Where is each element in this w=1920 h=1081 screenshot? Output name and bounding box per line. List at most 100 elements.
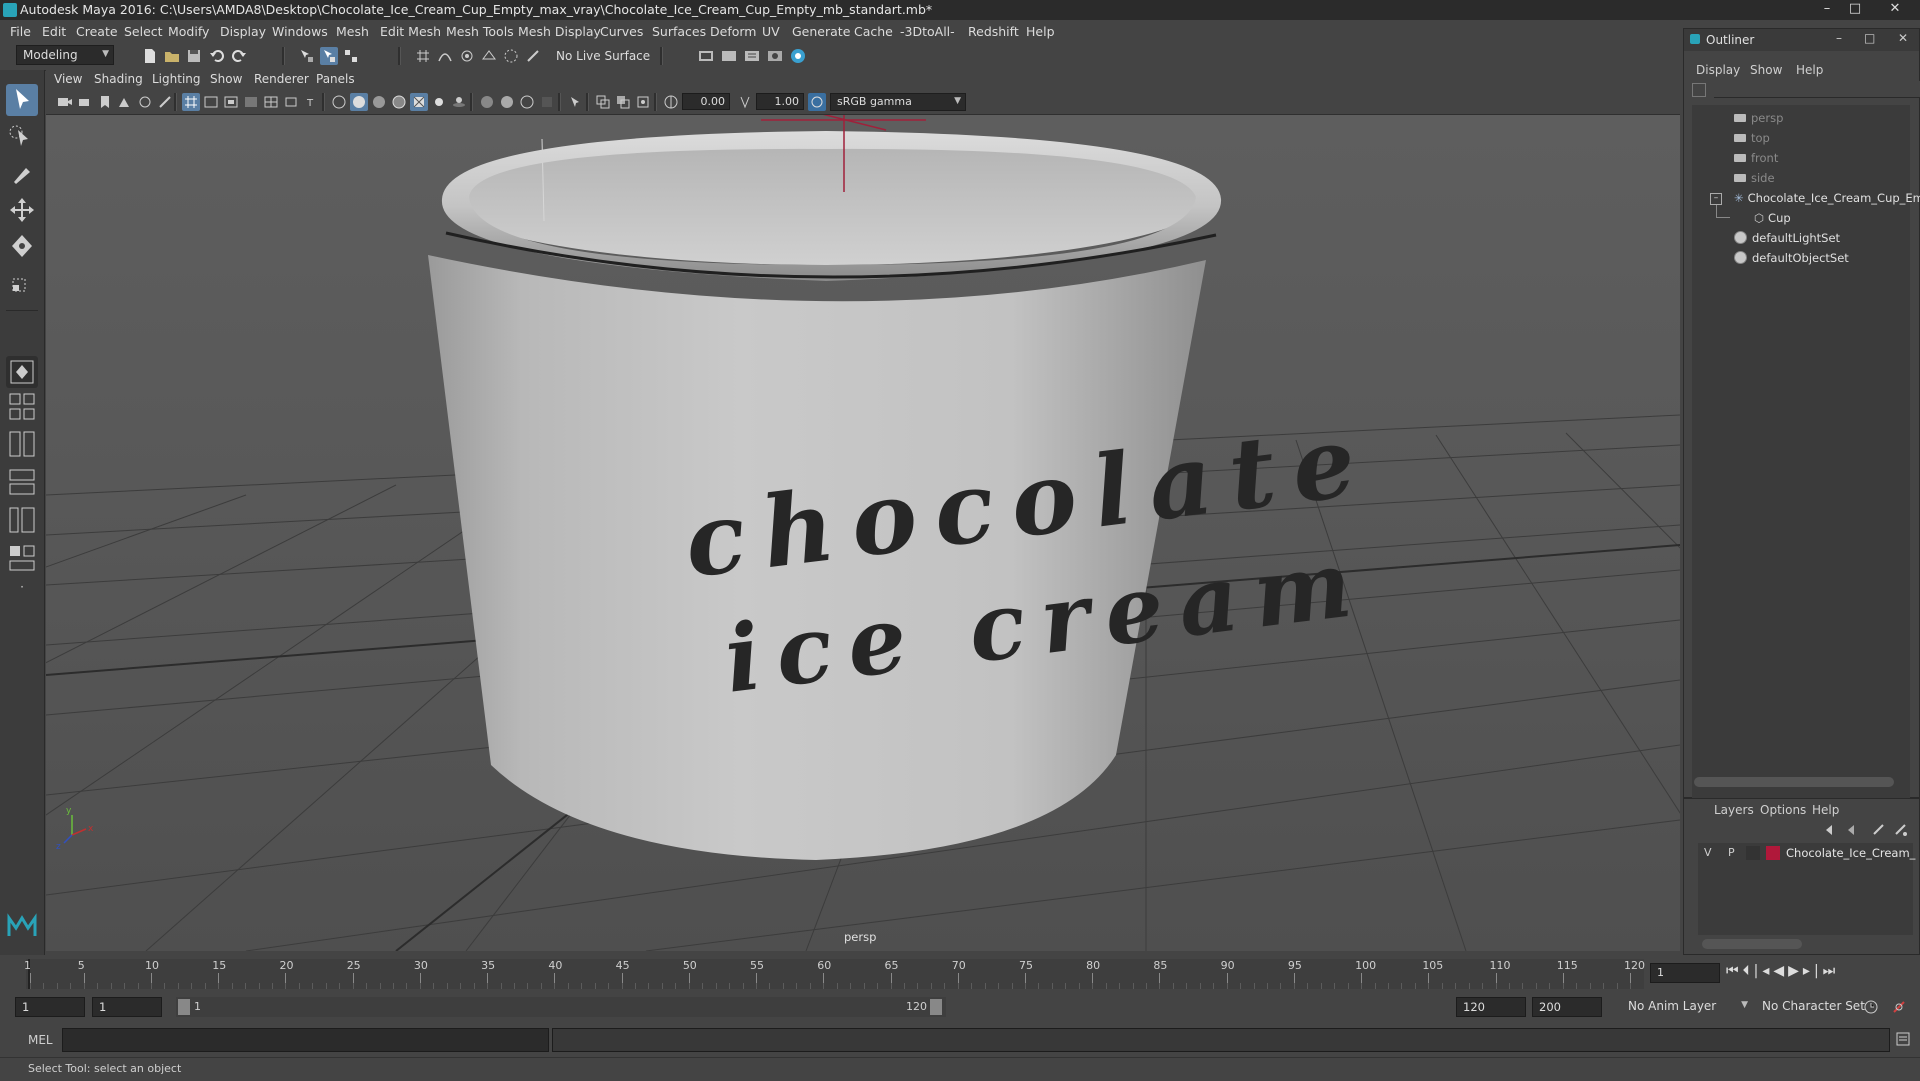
- open-scene-icon[interactable]: [163, 47, 181, 65]
- ipr-render-icon[interactable]: [743, 47, 761, 65]
- menu-select[interactable]: Select: [124, 24, 163, 39]
- film-gate-icon[interactable]: [202, 93, 220, 111]
- render-view-icon[interactable]: [766, 47, 784, 65]
- camera-lock-icon[interactable]: [76, 93, 94, 111]
- use-default-material-icon[interactable]: [370, 93, 388, 111]
- play-backwards-icon[interactable]: ◀: [1773, 963, 1788, 979]
- layers-menu-layers[interactable]: Layers: [1714, 803, 1754, 817]
- time-slider[interactable]: 1 5 10 15 20 25 30 35 40 45 50 55 60 65 70 75 80 85 90 95 10…: [0, 955, 1920, 995]
- color-management-icon[interactable]: [808, 93, 826, 111]
- menu-edit-mesh[interactable]: Edit Mesh: [380, 24, 441, 39]
- time-ruler[interactable]: 1 5 10 15 20 25 30 35 40 45 50 55 60 65 70 75 80 85 90 95 10…: [24, 959, 1645, 989]
- menu-deform[interactable]: Deform: [710, 24, 756, 39]
- outliner-item-persp[interactable]: persp: [1734, 109, 1783, 127]
- outliner-item-top[interactable]: top: [1734, 129, 1770, 147]
- outliner-menu-show[interactable]: Show: [1750, 63, 1782, 77]
- outliner-menu-help[interactable]: Help: [1796, 63, 1823, 77]
- outliner-item-front[interactable]: front: [1734, 149, 1778, 167]
- outliner-close-button[interactable]: ✕: [1898, 31, 1908, 45]
- render-settings-icon[interactable]: [697, 47, 715, 65]
- view-transform-dropdown[interactable]: sRGB gamma ▼: [830, 93, 966, 111]
- menu-set-dropdown[interactable]: Modeling ▼: [16, 45, 114, 65]
- new-layer-icon[interactable]: [1870, 821, 1888, 839]
- redo-icon[interactable]: [230, 47, 248, 65]
- image-plane-icon[interactable]: [116, 93, 134, 111]
- snap-live-icon[interactable]: [502, 47, 520, 65]
- outliner-item-default-object-set[interactable]: defaultObjectSet: [1734, 249, 1849, 267]
- menu-file[interactable]: File: [10, 24, 31, 39]
- isolate-select-icon[interactable]: [566, 93, 584, 111]
- motion-blur-icon[interactable]: [498, 93, 516, 111]
- menu-create[interactable]: Create: [76, 24, 118, 39]
- outliner-minimize-button[interactable]: –: [1836, 31, 1842, 45]
- menu-edit[interactable]: Edit: [42, 24, 66, 39]
- range-start-handle[interactable]: [178, 999, 190, 1015]
- render-frame-icon[interactable]: [720, 47, 738, 65]
- panel-menu-view[interactable]: View: [54, 72, 82, 86]
- field-chart-icon[interactable]: [262, 93, 280, 111]
- safe-title-icon[interactable]: T: [302, 93, 320, 111]
- layer-visibility-toggle[interactable]: V: [1704, 846, 1712, 859]
- live-surface-label[interactable]: No Live Surface: [556, 49, 650, 63]
- panel-menu-panels[interactable]: Panels: [316, 72, 355, 86]
- character-set-dropdown[interactable]: No Character Set: [1756, 997, 1866, 1017]
- maximize-button[interactable]: □: [1842, 0, 1868, 20]
- step-back-frame-icon[interactable]: ⏴: [1743, 963, 1754, 979]
- outliner-item-side[interactable]: side: [1734, 169, 1775, 187]
- layers-menu-options[interactable]: Options: [1760, 803, 1806, 817]
- use-all-lights-icon[interactable]: [430, 93, 448, 111]
- grease-pencil-icon[interactable]: [156, 93, 174, 111]
- outliner-item-default-light-set[interactable]: defaultLightSet: [1734, 229, 1840, 247]
- layer-name[interactable]: Chocolate_Ice_Cream_: [1786, 846, 1915, 860]
- script-editor-icon[interactable]: [1894, 1030, 1912, 1048]
- wireframe-icon[interactable]: [330, 93, 348, 111]
- exposure-field[interactable]: 0.00: [682, 93, 730, 110]
- playback-start-field[interactable]: 1: [92, 997, 162, 1017]
- collapse-toggle-icon[interactable]: –: [1710, 193, 1722, 205]
- panel-menu-shading[interactable]: Shading: [94, 72, 143, 86]
- select-hierarchy-icon[interactable]: [298, 47, 316, 65]
- animation-preferences-icon[interactable]: [1890, 998, 1908, 1016]
- gamma-icon[interactable]: [736, 93, 754, 111]
- playback-end-field[interactable]: 120: [1456, 997, 1526, 1017]
- undo-icon[interactable]: [208, 47, 226, 65]
- menu-mesh-tools[interactable]: Mesh Tools: [446, 24, 514, 39]
- layer-row[interactable]: V P Chocolate_Ice_Cream_: [1698, 843, 1915, 863]
- layer-reference-toggle[interactable]: [1746, 846, 1760, 860]
- minimize-button[interactable]: –: [1814, 0, 1840, 20]
- command-input[interactable]: [62, 1028, 549, 1052]
- exposure-icon[interactable]: [662, 93, 680, 111]
- menu-3dtoall[interactable]: -3DtoAll-: [900, 24, 955, 39]
- xray-components-icon[interactable]: [634, 93, 652, 111]
- auto-key-icon[interactable]: [1862, 998, 1880, 1016]
- outliner-maximize-button[interactable]: □: [1864, 31, 1875, 45]
- layer-color-swatch[interactable]: [1766, 846, 1780, 860]
- menu-uv[interactable]: UV: [762, 24, 780, 39]
- move-tool-icon[interactable]: [6, 194, 38, 226]
- new-scene-icon[interactable]: [141, 47, 159, 65]
- outliner-menu-display[interactable]: Display: [1696, 63, 1740, 77]
- menu-cache[interactable]: Cache: [854, 24, 893, 39]
- wireframe-on-shaded-icon[interactable]: [390, 93, 408, 111]
- anim-layer-dropdown[interactable]: No Anim Layer ▼: [1622, 997, 1752, 1017]
- snap-curve-icon[interactable]: [436, 47, 454, 65]
- play-forwards-icon[interactable]: ▶: [1788, 963, 1803, 979]
- step-back-key-icon[interactable]: |◂: [1754, 963, 1774, 979]
- menu-windows[interactable]: Windows: [272, 24, 328, 39]
- snap-point-icon[interactable]: [458, 47, 476, 65]
- scene-end-field[interactable]: 200: [1532, 997, 1602, 1017]
- safe-action-icon[interactable]: [282, 93, 300, 111]
- menu-display[interactable]: Display: [220, 24, 266, 39]
- menu-modify[interactable]: Modify: [168, 24, 209, 39]
- layer-horizontal-scrollbar[interactable]: [1702, 939, 1802, 949]
- move-layer-up-icon[interactable]: [1822, 821, 1840, 839]
- screen-space-ao-icon[interactable]: [478, 93, 496, 111]
- paint-select-tool-icon[interactable]: [6, 158, 38, 190]
- close-button[interactable]: ✕: [1882, 0, 1908, 20]
- panel-menu-lighting[interactable]: Lighting: [152, 72, 201, 86]
- outliner-search-input[interactable]: [1714, 81, 1920, 98]
- 2d-pan-zoom-icon[interactable]: [136, 93, 154, 111]
- panel-menu-show[interactable]: Show: [210, 72, 242, 86]
- menu-redshift[interactable]: Redshift: [968, 24, 1019, 39]
- snap-view-plane-icon[interactable]: [480, 47, 498, 65]
